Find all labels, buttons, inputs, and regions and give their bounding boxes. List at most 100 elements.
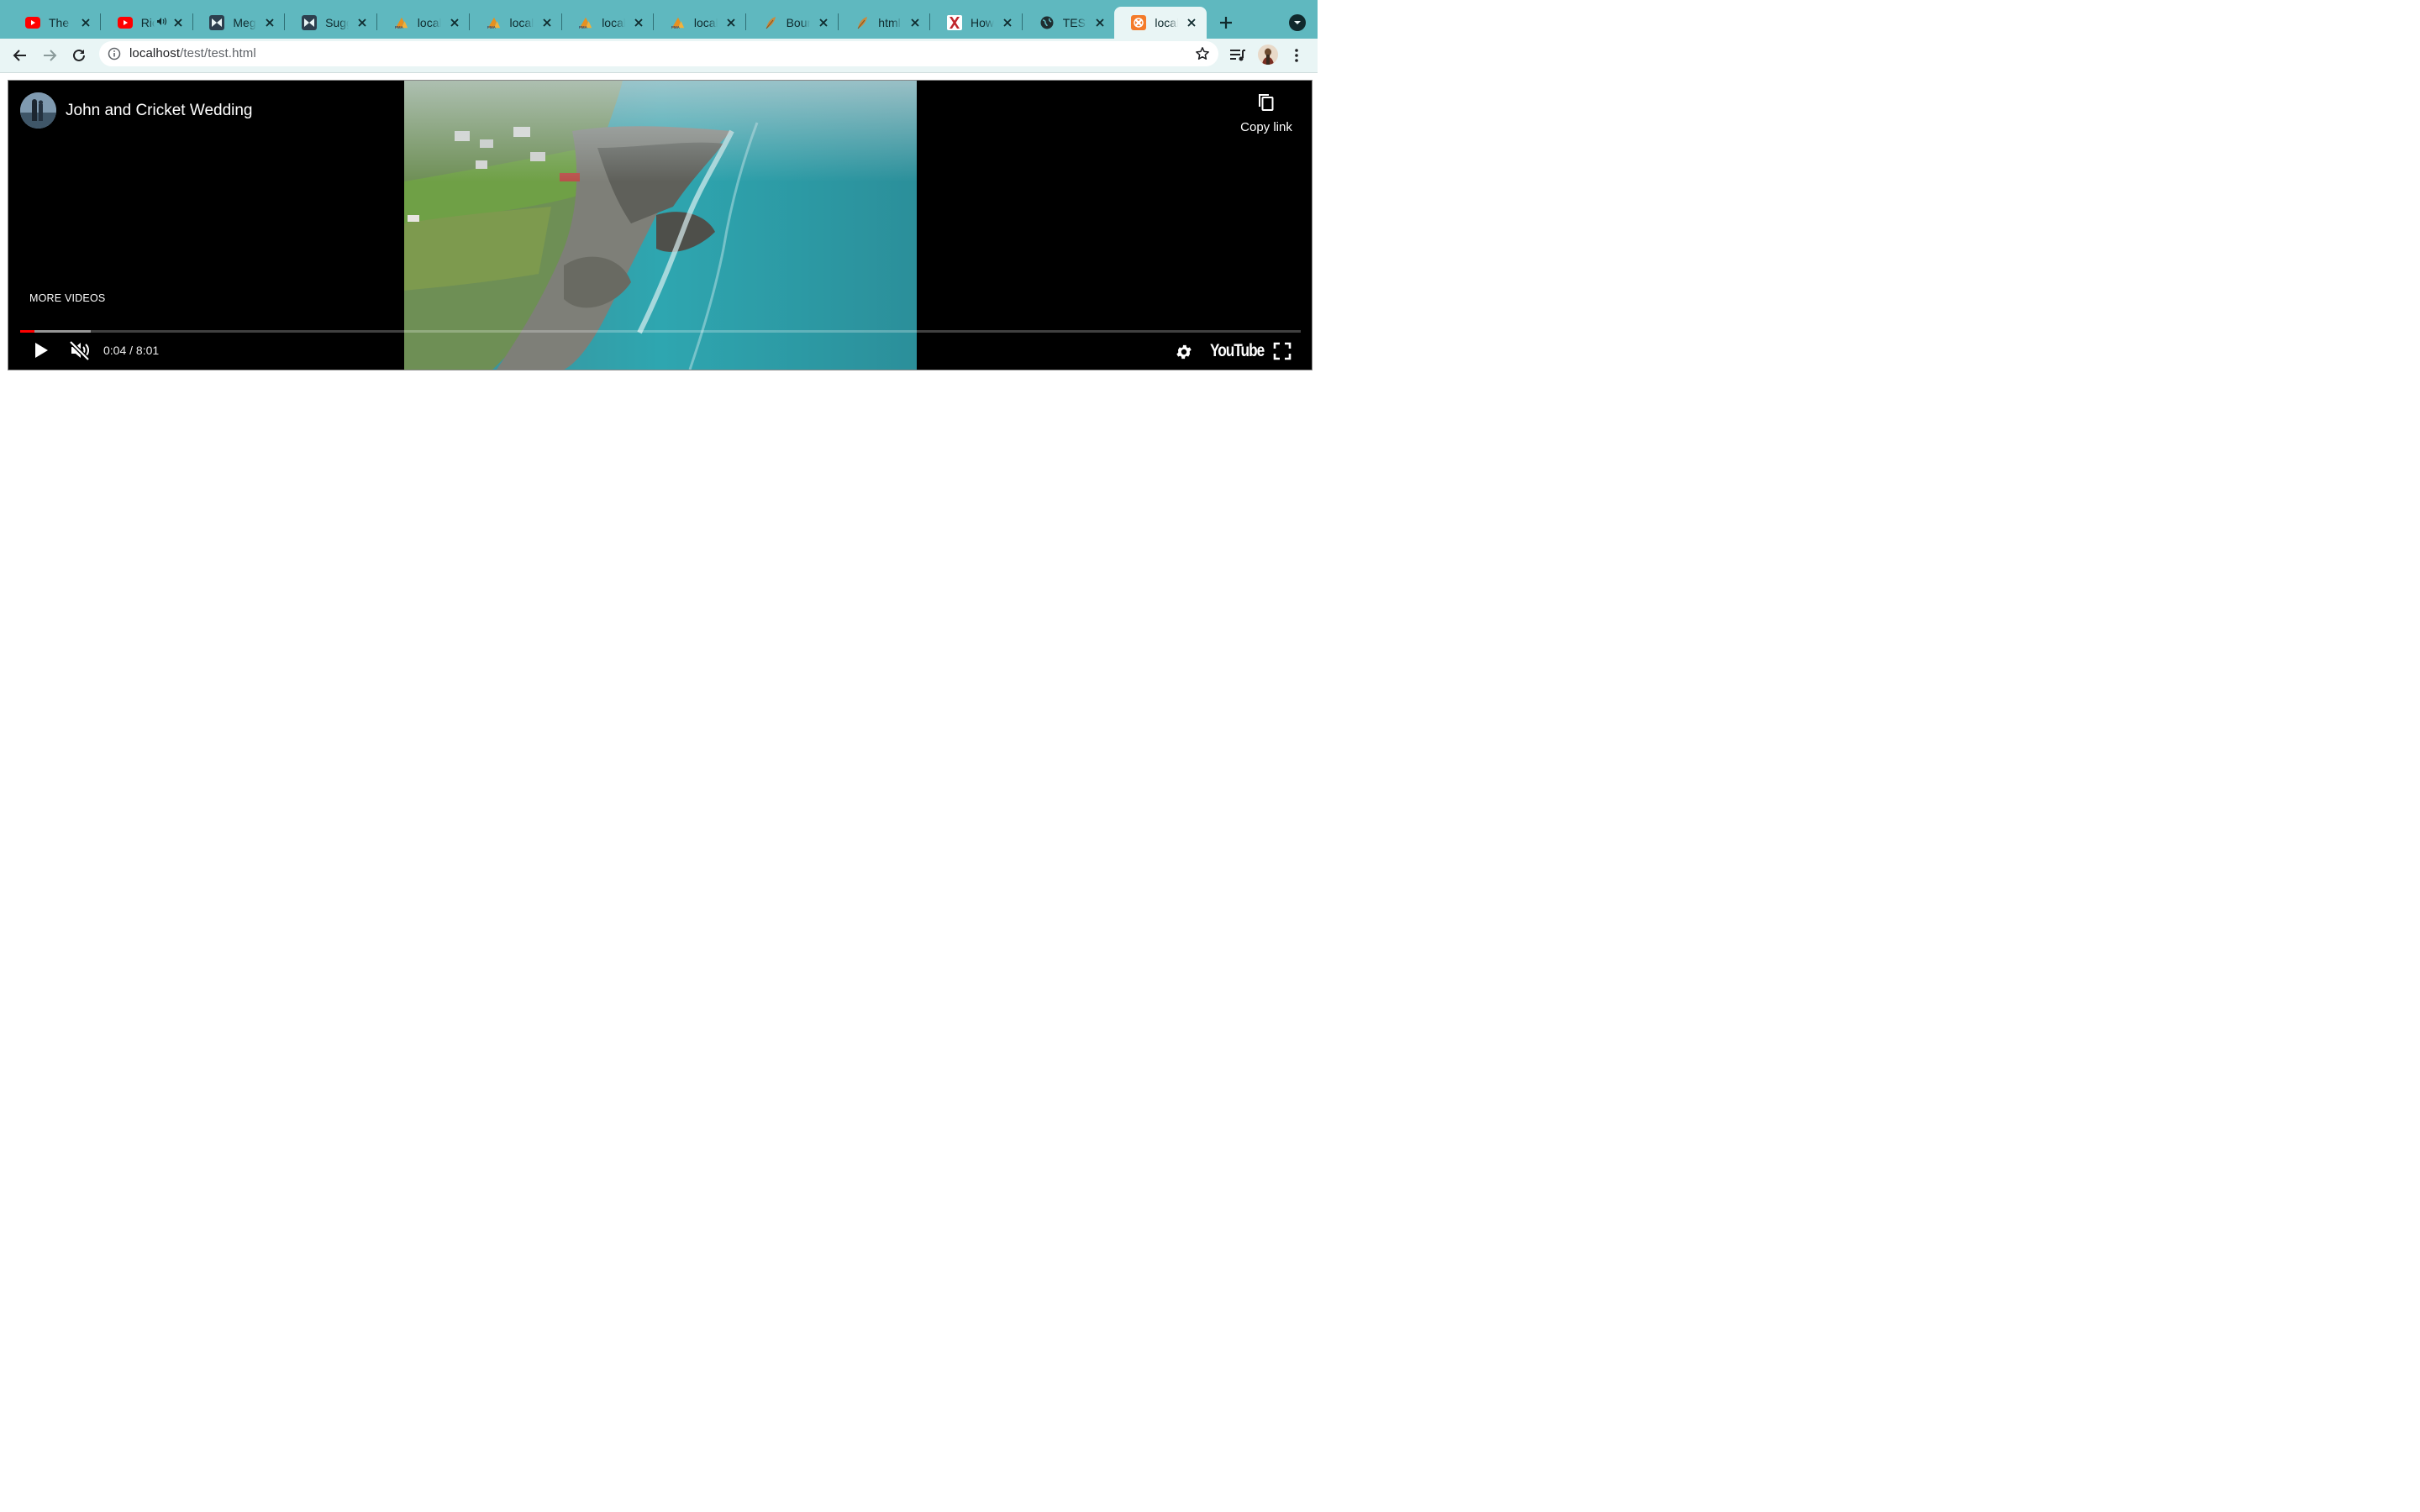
browser-tab[interactable]: Ric [101,7,193,39]
url-host: localhost [129,46,181,60]
fullscreen-button[interactable] [1271,340,1293,362]
video-player[interactable]: John and Cricket Wedding Copy link MORE … [8,81,1312,370]
tab-close-button[interactable] [724,16,738,29]
svg-text:PMA: PMA [487,25,496,29]
tab-close-button[interactable] [817,16,830,29]
browser-menu-button[interactable] [1288,47,1305,64]
tab-close-button[interactable] [632,16,645,29]
time-display: 0:04 / 8:01 [103,344,160,357]
tab-title: The Ga [49,16,72,29]
svg-text:PMA: PMA [395,25,404,29]
more-videos-button[interactable]: MORE VIDEOS [29,292,105,304]
tab-close-button[interactable] [908,16,922,29]
tab-close-button[interactable] [263,16,276,29]
tab-close-button[interactable] [1093,16,1107,29]
reload-icon [73,49,85,61]
tab-close-button[interactable] [540,16,554,29]
feather-icon [763,15,778,30]
tab-close-button[interactable] [1001,16,1014,29]
browser-tab[interactable]: html - [838,7,931,39]
browser-tab[interactable]: The Ga [8,7,101,39]
media-controls-button[interactable] [1229,47,1246,64]
bowtie-icon [209,15,225,30]
youtube-icon [25,15,40,30]
tab-title: Mega [233,16,256,29]
tab-close-button[interactable] [448,16,461,29]
reload-button[interactable] [69,45,89,66]
tab-title: localhc [509,16,534,29]
x-logo-icon [947,15,962,30]
url-path: /test/test.html [180,46,256,60]
feather-icon [855,15,870,30]
browser-tab[interactable]: PMA localhc [561,7,655,39]
info-icon[interactable] [108,47,121,60]
plus-icon [1220,17,1232,29]
close-icon [911,18,919,27]
phpmyadmin-icon: PMA [394,15,409,30]
svg-text:PMA: PMA [579,25,588,29]
settings-button[interactable] [1173,341,1195,363]
channel-avatar[interactable] [20,92,56,129]
arrow-right-icon [44,50,57,61]
copy-link-button[interactable]: Copy link [1235,92,1297,143]
gear-icon [1176,344,1192,360]
close-icon [542,18,551,27]
mute-button[interactable] [67,338,92,363]
browser-tab[interactable]: PMA localhc [654,7,746,39]
browser-tab[interactable]: TEST [1023,7,1115,39]
tab-close-button[interactable] [171,16,185,29]
youtube-logo[interactable]: YouTube [1210,341,1265,361]
globe-icon [1039,15,1055,30]
progress-bar[interactable] [20,330,1301,333]
browser-tab[interactable]: Mega [192,7,286,39]
video-frame[interactable] [404,81,917,370]
tab-close-button[interactable] [355,16,369,29]
tab-title: localhc [1155,16,1179,29]
browser-tab[interactable]: Bounti [746,7,839,39]
tab-title: localhc [417,16,441,29]
tab-title: localhc [693,16,718,29]
close-icon [634,18,643,27]
tab-title: TEST [1062,16,1086,29]
address-bar[interactable]: localhost/test/test.html [99,41,1218,66]
profile-avatar[interactable] [1258,45,1278,65]
url-text[interactable]: localhost/test/test.html [129,46,256,60]
tab-title: Ric [140,16,155,29]
close-icon [818,18,828,27]
tab-title: Bounti [786,16,810,29]
tab-audio-icon[interactable] [156,17,166,29]
close-icon [358,18,366,27]
close-icon [174,18,182,27]
new-tab-button[interactable] [1217,13,1235,32]
copy-icon [1259,94,1274,111]
browser-tab[interactable]: How T [930,7,1023,39]
video-title[interactable]: John and Cricket Wedding [66,102,253,120]
browser-tab[interactable]: localhc [1114,7,1207,39]
phpmyadmin-icon: PMA [671,15,686,30]
play-button[interactable] [30,339,52,361]
tab-search-button[interactable] [1289,14,1306,31]
bookmark-star-icon[interactable] [1195,46,1210,61]
close-icon [1187,18,1197,27]
volume-muted-icon [69,340,90,360]
play-icon [35,343,48,358]
close-icon [1096,18,1104,27]
phpmyadmin-icon: PMA [578,15,593,30]
tab-title: html - [878,16,902,29]
playlist-music-icon [1230,50,1245,61]
close-icon [1003,18,1012,27]
browser-tab[interactable]: PMA localhc [470,7,562,39]
svg-text:PMA: PMA [671,25,681,29]
browser-tab[interactable]: PMA localhc [377,7,470,39]
close-icon [727,18,735,27]
tab-title: Sugge [325,16,349,29]
tab-strip: The Ga Ric Mega Sugge PMA localhc PMA localhc PM… [0,0,1318,39]
browser-tab[interactable]: Sugge [285,7,378,39]
phpmyadmin-icon: PMA [487,15,502,30]
forward-button[interactable] [39,45,60,66]
tab-close-button[interactable] [79,16,92,29]
tab-close-button[interactable] [1185,16,1198,29]
browser-toolbar: localhost/test/test.html [0,39,1318,73]
back-button[interactable] [10,45,30,66]
copy-link-label: Copy link [1240,120,1292,134]
